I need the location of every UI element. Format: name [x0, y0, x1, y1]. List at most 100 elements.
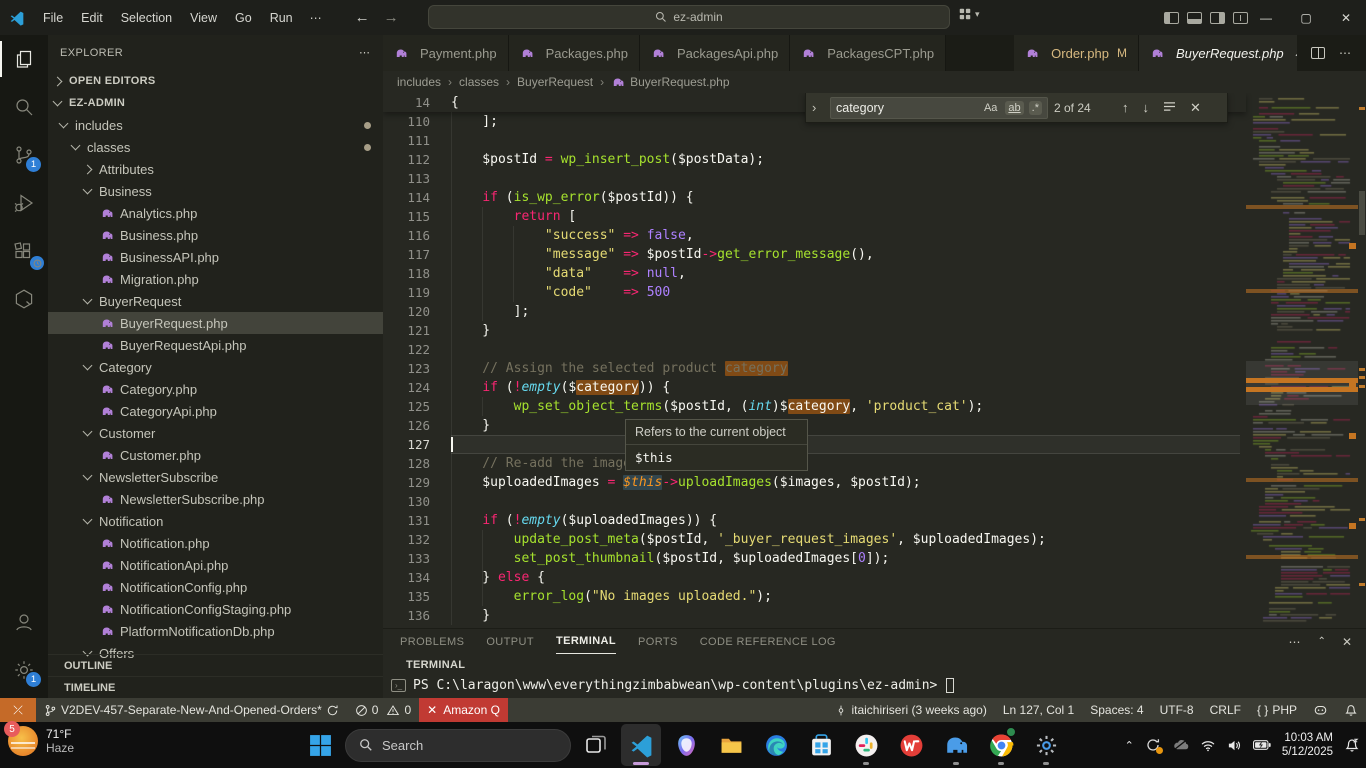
- tree-item-notificationconfig-php[interactable]: NotificationConfig.php: [48, 576, 383, 598]
- section-timeline[interactable]: TIMELINE: [48, 676, 383, 698]
- taskbar-slack-icon[interactable]: [846, 724, 886, 766]
- taskbar-file-explorer-icon[interactable]: [711, 724, 751, 766]
- panel-tab-code-reference-log[interactable]: CODE REFERENCE LOG: [700, 629, 836, 654]
- tree-item-newslettersubscribe-php[interactable]: NewsletterSubscribe.php: [48, 488, 383, 510]
- accounts-icon[interactable]: [0, 598, 48, 646]
- battery-icon[interactable]: [1253, 739, 1271, 751]
- menu-go[interactable]: Go: [226, 7, 261, 29]
- whole-word-toggle[interactable]: ab: [1005, 101, 1023, 115]
- tree-item-customer[interactable]: Customer: [48, 422, 383, 444]
- code-editor[interactable]: 14 { 110 ];111112 $postId = wp_insert_po…: [383, 93, 1366, 628]
- find-input[interactable]: category Aa ab .*: [830, 97, 1048, 119]
- section-ez-admin[interactable]: EZ-ADMIN: [48, 92, 383, 114]
- tray-clock[interactable]: 10:03 AM 5/12/2025: [1282, 731, 1333, 759]
- breadcrumb-item[interactable]: BuyerRequest.php: [611, 75, 729, 89]
- tree-item-platformnotificationdb-php[interactable]: PlatformNotificationDb.php: [48, 620, 383, 642]
- taskbar-vscode-icon[interactable]: [621, 724, 661, 766]
- run-debug-icon[interactable]: [0, 179, 48, 227]
- tree-item-business-php[interactable]: Business.php: [48, 224, 383, 246]
- taskbar-copilot-icon[interactable]: [666, 724, 706, 766]
- find-next-icon[interactable]: ↓: [1139, 100, 1154, 115]
- tab-order-php[interactable]: Order.phpM: [1014, 35, 1139, 71]
- find-previous-icon[interactable]: ↑: [1118, 100, 1133, 115]
- section-open-editors[interactable]: OPEN EDITORS: [48, 70, 383, 92]
- tab-packages-php[interactable]: Packages.php: [509, 35, 640, 71]
- command-center-search[interactable]: ez-admin: [428, 5, 950, 29]
- editor-scrollbar[interactable]: [1358, 93, 1366, 628]
- restore-button[interactable]: ▢: [1286, 0, 1326, 35]
- explorer-more-actions-icon[interactable]: ⋯: [359, 46, 371, 59]
- panel-more-actions-icon[interactable]: ⋯: [1289, 635, 1302, 649]
- taskbar-task-view-icon[interactable]: [576, 724, 616, 766]
- menu-selection[interactable]: Selection: [112, 7, 181, 29]
- weather-widget[interactable]: 5 71°F Haze: [8, 726, 74, 756]
- breadcrumb-item[interactable]: BuyerRequest: [517, 75, 611, 89]
- tree-item-categoryapi-php[interactable]: CategoryApi.php: [48, 400, 383, 422]
- onedrive-sync-icon[interactable]: [1145, 737, 1161, 753]
- start-button[interactable]: [300, 724, 340, 766]
- tab-payment-php[interactable]: Payment.php: [383, 35, 509, 71]
- breadcrumb-item[interactable]: classes: [459, 75, 517, 89]
- language-mode-item[interactable]: { } PHP: [1249, 698, 1305, 722]
- match-case-toggle[interactable]: Aa: [981, 101, 1000, 115]
- editor-more-actions-icon[interactable]: ⋯: [1339, 46, 1352, 60]
- copilot-status-icon[interactable]: [1305, 698, 1336, 722]
- toggle-secondary-sidebar-icon[interactable]: [1210, 12, 1225, 24]
- tree-item-notification-php[interactable]: Notification.php: [48, 532, 383, 554]
- panel-maximize-icon[interactable]: ⌃: [1318, 636, 1326, 647]
- source-control-icon[interactable]: 1: [0, 131, 48, 179]
- breadcrumb-item[interactable]: includes: [397, 75, 459, 89]
- terminal-prompt[interactable]: PS C:\laragon\www\everythingzimbabwean\w…: [413, 678, 937, 693]
- find-close-icon[interactable]: ✕: [1186, 100, 1205, 116]
- toggle-primary-sidebar-icon[interactable]: [1164, 12, 1179, 24]
- indentation-item[interactable]: Spaces: 4: [1082, 698, 1151, 722]
- minimap-slider[interactable]: [1246, 361, 1358, 405]
- panel-tab-ports[interactable]: PORTS: [638, 629, 678, 654]
- tree-item-business[interactable]: Business: [48, 180, 383, 202]
- section-outline[interactable]: OUTLINE: [48, 654, 383, 676]
- tree-item-notificationapi-php[interactable]: NotificationApi.php: [48, 554, 383, 576]
- tree-item-buyerrequestapi-php[interactable]: BuyerRequestApi.php: [48, 334, 383, 356]
- taskbar-chrome-icon[interactable]: [981, 724, 1021, 766]
- panel-close-icon[interactable]: ✕: [1342, 635, 1352, 649]
- tree-item-attributes[interactable]: Attributes: [48, 158, 383, 180]
- tree-item-includes[interactable]: includes: [48, 114, 383, 136]
- profile-dropdown[interactable]: ▾: [958, 7, 980, 21]
- notifications-bell-icon[interactable]: [1336, 698, 1366, 722]
- remote-indicator[interactable]: ⤫: [0, 698, 36, 722]
- tree-item-buyerrequest-php[interactable]: BuyerRequest.php: [48, 312, 383, 334]
- nav-back-icon[interactable]: ←: [355, 9, 370, 26]
- git-blame-item[interactable]: itaichiriseri (3 weeks ago): [827, 698, 994, 722]
- taskbar-settings-icon[interactable]: [1026, 724, 1066, 766]
- search-icon[interactable]: [0, 83, 48, 131]
- menu-run[interactable]: Run: [261, 7, 302, 29]
- extensions-icon[interactable]: [0, 227, 48, 275]
- tree-item-businessapi-php[interactable]: BusinessAPI.php: [48, 246, 383, 268]
- tree-item-notificationconfigstaging-php[interactable]: NotificationConfigStaging.php: [48, 598, 383, 620]
- menu-file[interactable]: File: [34, 7, 72, 29]
- toggle-panel-icon[interactable]: [1187, 12, 1202, 24]
- breadcrumb[interactable]: includesclassesBuyerRequestBuyerRequest.…: [383, 71, 1366, 93]
- taskbar-laragon-icon[interactable]: [936, 724, 976, 766]
- tab-packagescpt-php[interactable]: PackagesCPT.php: [790, 35, 946, 71]
- panel-tab-problems[interactable]: PROBLEMS: [400, 629, 464, 654]
- tab-buyerrequest-php[interactable]: BuyerRequest.php✕: [1139, 35, 1316, 71]
- tree-item-category-php[interactable]: Category.php: [48, 378, 383, 400]
- onedrive-paused-icon[interactable]: [1172, 739, 1189, 751]
- settings-icon[interactable]: 1: [0, 646, 48, 694]
- tree-item-migration-php[interactable]: Migration.php: [48, 268, 383, 290]
- taskbar-store-icon[interactable]: [801, 724, 841, 766]
- git-branch-item[interactable]: V2DEV-457-Separate-New-And-Opened-Orders…: [36, 698, 347, 722]
- tray-chevron-up-icon[interactable]: ⌃: [1125, 739, 1134, 752]
- menu-view[interactable]: View: [181, 7, 226, 29]
- taskbar-edge-icon[interactable]: [756, 724, 796, 766]
- tree-item-newslettersubscribe[interactable]: NewsletterSubscribe: [48, 466, 383, 488]
- tree-item-category[interactable]: Category: [48, 356, 383, 378]
- menu-overflow-button[interactable]: ⋯: [302, 11, 331, 25]
- tree-item-analytics-php[interactable]: Analytics.php: [48, 202, 383, 224]
- do-not-disturb-bell-icon[interactable]: [1344, 737, 1360, 753]
- tree-item-classes[interactable]: classes: [48, 136, 383, 158]
- find-in-selection-icon[interactable]: [1159, 100, 1180, 115]
- find-expand-icon[interactable]: ›: [812, 100, 824, 115]
- problems-item[interactable]: 0 0: [347, 698, 419, 722]
